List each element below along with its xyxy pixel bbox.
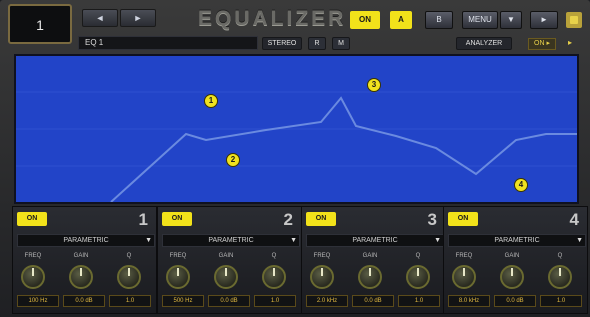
band-1-freq-label: FREQ <box>24 253 42 259</box>
eq-curve-display[interactable]: 1 2 3 4 <box>14 54 579 204</box>
band-4-gain-label: GAIN <box>504 253 520 259</box>
band-2-gain-value[interactable]: 0.0 dB <box>208 295 250 307</box>
band-3-panel: ON 3 PARAMETRIC ▼ FREQ GAIN Q 2.0 kHz 0.0… <box>301 206 446 314</box>
band-2-number: 2 <box>283 210 293 229</box>
slot-number: 1 <box>36 17 44 33</box>
mid-channel-button[interactable]: M <box>332 37 350 50</box>
chevron-down-icon: ▼ <box>576 237 583 244</box>
band-1-number: 1 <box>138 210 148 229</box>
plugin-title: EQUALIZER <box>198 7 347 30</box>
band-1-freq-value[interactable]: 100 Hz <box>17 295 59 307</box>
band-2-q-value[interactable]: 1.0 <box>254 295 296 307</box>
analyzer-button[interactable]: ANALYZER <box>456 37 512 50</box>
chevron-down-icon: ▼ <box>145 237 152 244</box>
band-2-handle[interactable]: 2 <box>226 153 240 167</box>
preset-name-field[interactable]: EQ 1 <box>78 36 258 50</box>
right-channel-button[interactable]: R <box>308 37 326 50</box>
band-3-freq-label: FREQ <box>313 253 331 259</box>
band-3-type-select[interactable]: PARAMETRIC ▼ <box>306 234 444 247</box>
compare-a-button[interactable]: A <box>390 11 412 29</box>
band-2-type-label: PARAMETRIC <box>208 237 254 244</box>
next-preset-button[interactable]: ► <box>120 9 156 27</box>
band-2-freq-knob[interactable] <box>166 265 190 289</box>
band-3-freq-value[interactable]: 2.0 kHz <box>306 295 348 307</box>
eq-curve-svg <box>16 91 577 202</box>
band-1-q-knob[interactable] <box>117 265 141 289</box>
band-4-type-label: PARAMETRIC <box>494 237 540 244</box>
band-1-panel: ON 1 PARAMETRIC ▼ FREQ GAIN Q 100 Hz 0.0 … <box>12 206 157 314</box>
band-2-q-knob[interactable] <box>262 265 286 289</box>
band-2-on-button[interactable]: ON <box>162 212 192 226</box>
band-4-q-value[interactable]: 1.0 <box>540 295 582 307</box>
band-4-freq-label: FREQ <box>455 253 473 259</box>
band-1-q-value[interactable]: 1.0 <box>109 295 151 307</box>
settings-icon[interactable] <box>566 12 582 28</box>
band-1-gain-value[interactable]: 0.0 dB <box>63 295 105 307</box>
band-1-type-label: PARAMETRIC <box>63 237 109 244</box>
band-1-on-button[interactable]: ON <box>17 212 47 226</box>
band-4-gain-value[interactable]: 0.0 dB <box>494 295 536 307</box>
band-2-type-select[interactable]: PARAMETRIC ▼ <box>162 234 300 247</box>
band-4-q-knob[interactable] <box>548 265 572 289</box>
slot-number-display[interactable]: 1 <box>8 4 72 44</box>
band-2-freq-label: FREQ <box>169 253 187 259</box>
band-1-type-select[interactable]: PARAMETRIC ▼ <box>17 234 155 247</box>
band-3-gain-label: GAIN <box>362 253 378 259</box>
play-button[interactable]: ► <box>530 11 558 29</box>
compare-b-button[interactable]: B <box>425 11 453 29</box>
band-4-on-button[interactable]: ON <box>448 212 478 226</box>
eq-response-curve <box>110 96 577 202</box>
band-4-freq-knob[interactable] <box>452 265 476 289</box>
band-2-freq-value[interactable]: 500 Hz <box>162 295 204 307</box>
band-4-q-label: Q <box>557 253 563 259</box>
stereo-mode-button[interactable]: STEREO <box>262 37 302 50</box>
band-3-type-label: PARAMETRIC <box>352 237 398 244</box>
band-1-gain-knob[interactable] <box>69 265 93 289</box>
band-3-freq-knob[interactable] <box>310 265 334 289</box>
band-1-q-label: Q <box>126 253 132 259</box>
equalizer-window: 1 ◄ ► EQUALIZER ON A B MENU ▼ ► EQ 1 STE… <box>0 0 590 317</box>
band-2-gain-label: GAIN <box>218 253 234 259</box>
previous-preset-button[interactable]: ◄ <box>82 9 118 27</box>
band-1-freq-knob[interactable] <box>21 265 45 289</box>
band-1-gain-label: GAIN <box>73 253 89 259</box>
band-4-type-select[interactable]: PARAMETRIC ▼ <box>448 234 586 247</box>
band-3-number: 3 <box>427 210 437 229</box>
band-4-freq-value[interactable]: 8.0 kHz <box>448 295 490 307</box>
power-on-button[interactable]: ON <box>350 11 380 29</box>
band-3-q-label: Q <box>415 253 421 259</box>
band-3-on-button[interactable]: ON <box>306 212 336 226</box>
band-1-handle[interactable]: 1 <box>204 94 218 108</box>
band-3-gain-value[interactable]: 0.0 dB <box>352 295 394 307</box>
band-4-handle[interactable]: 4 <box>514 178 528 192</box>
band-2-q-label: Q <box>271 253 277 259</box>
chevron-down-icon: ▼ <box>434 237 441 244</box>
band-3-q-value[interactable]: 1.0 <box>398 295 440 307</box>
menu-dropdown-arrow[interactable]: ▼ <box>500 11 522 29</box>
band-4-number: 4 <box>569 210 579 229</box>
analyzer-toggle-button[interactable]: ON ▸ <box>528 38 556 50</box>
band-4-gain-knob[interactable] <box>500 265 524 289</box>
chevron-down-icon: ▼ <box>290 237 297 244</box>
band-4-panel: ON 4 PARAMETRIC ▼ FREQ GAIN Q 8.0 kHz 0.0… <box>443 206 588 314</box>
band-3-handle[interactable]: 3 <box>367 78 381 92</box>
band-3-gain-knob[interactable] <box>358 265 382 289</box>
menu-button[interactable]: MENU <box>462 11 498 29</box>
band-2-gain-knob[interactable] <box>214 265 238 289</box>
band-3-q-knob[interactable] <box>406 265 430 289</box>
band-2-panel: ON 2 PARAMETRIC ▼ FREQ GAIN Q 500 Hz 0.0 … <box>157 206 302 314</box>
expand-arrow-icon[interactable]: ▸ <box>568 38 572 47</box>
